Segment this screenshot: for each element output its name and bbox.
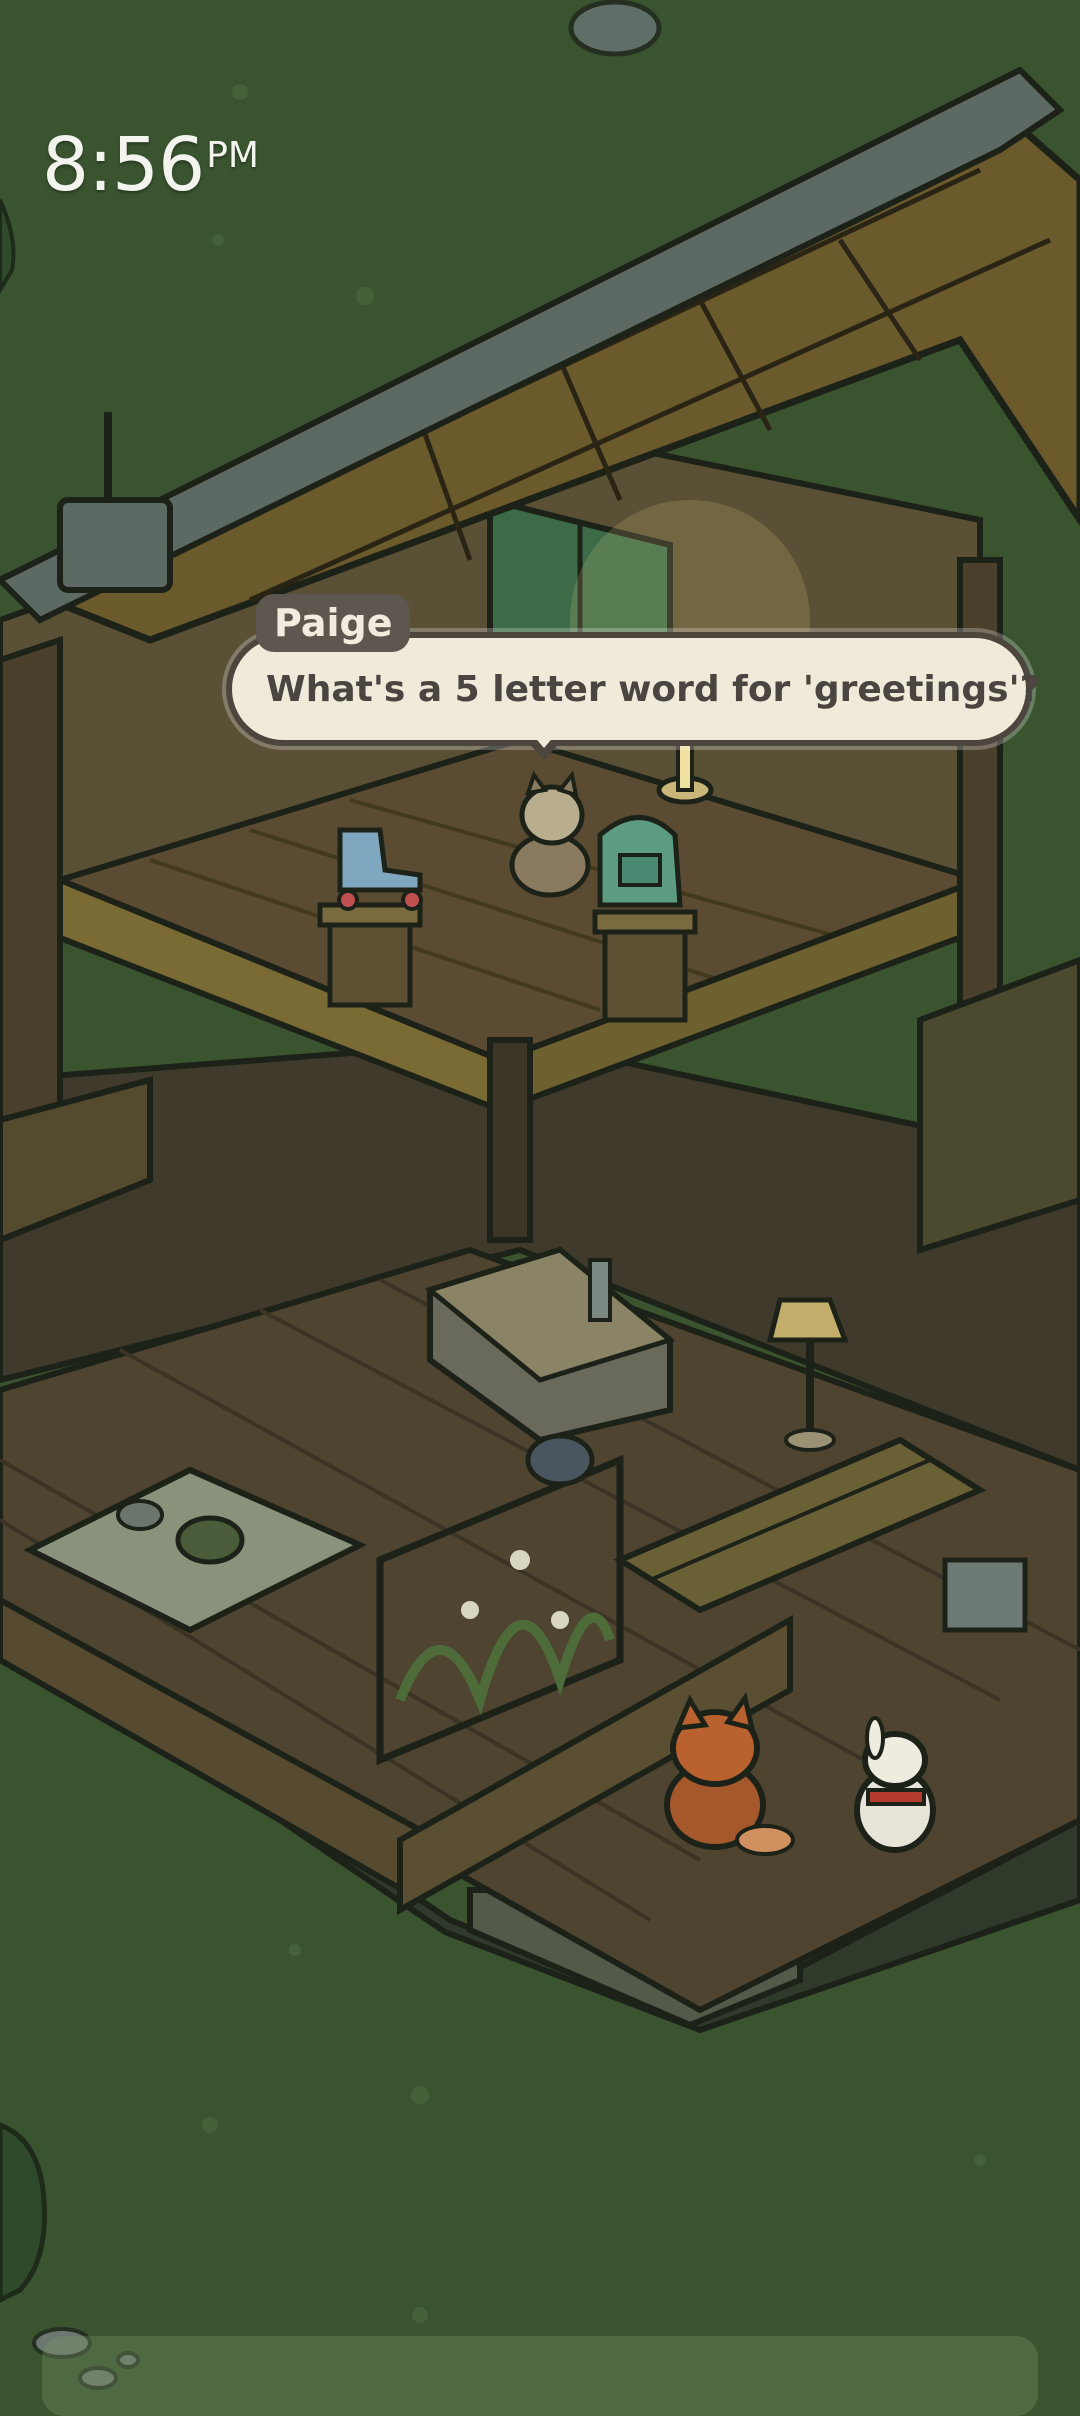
pedestal-right bbox=[592, 909, 698, 1023]
speaker-name: Paige bbox=[256, 594, 411, 652]
clock: 8:56PM bbox=[42, 128, 259, 202]
backpack-item[interactable] bbox=[597, 815, 683, 908]
pedestal-left bbox=[317, 902, 423, 1008]
bottom-panel bbox=[42, 2336, 1038, 2416]
cash-register bbox=[942, 1557, 1028, 1633]
bubble-tail bbox=[526, 734, 562, 760]
rock-top bbox=[568, 0, 662, 57]
dialogue-bubble[interactable]: Paige What's a 5 letter word for 'greeti… bbox=[226, 590, 1041, 760]
cat-character[interactable] bbox=[525, 1433, 595, 1487]
dialogue-text: What's a 5 letter word for 'greetings'? bbox=[266, 668, 1041, 710]
clock-time: 8:56 bbox=[42, 122, 205, 208]
clock-ampm: PM bbox=[206, 135, 259, 176]
game-scene[interactable] bbox=[0, 0, 1080, 2408]
